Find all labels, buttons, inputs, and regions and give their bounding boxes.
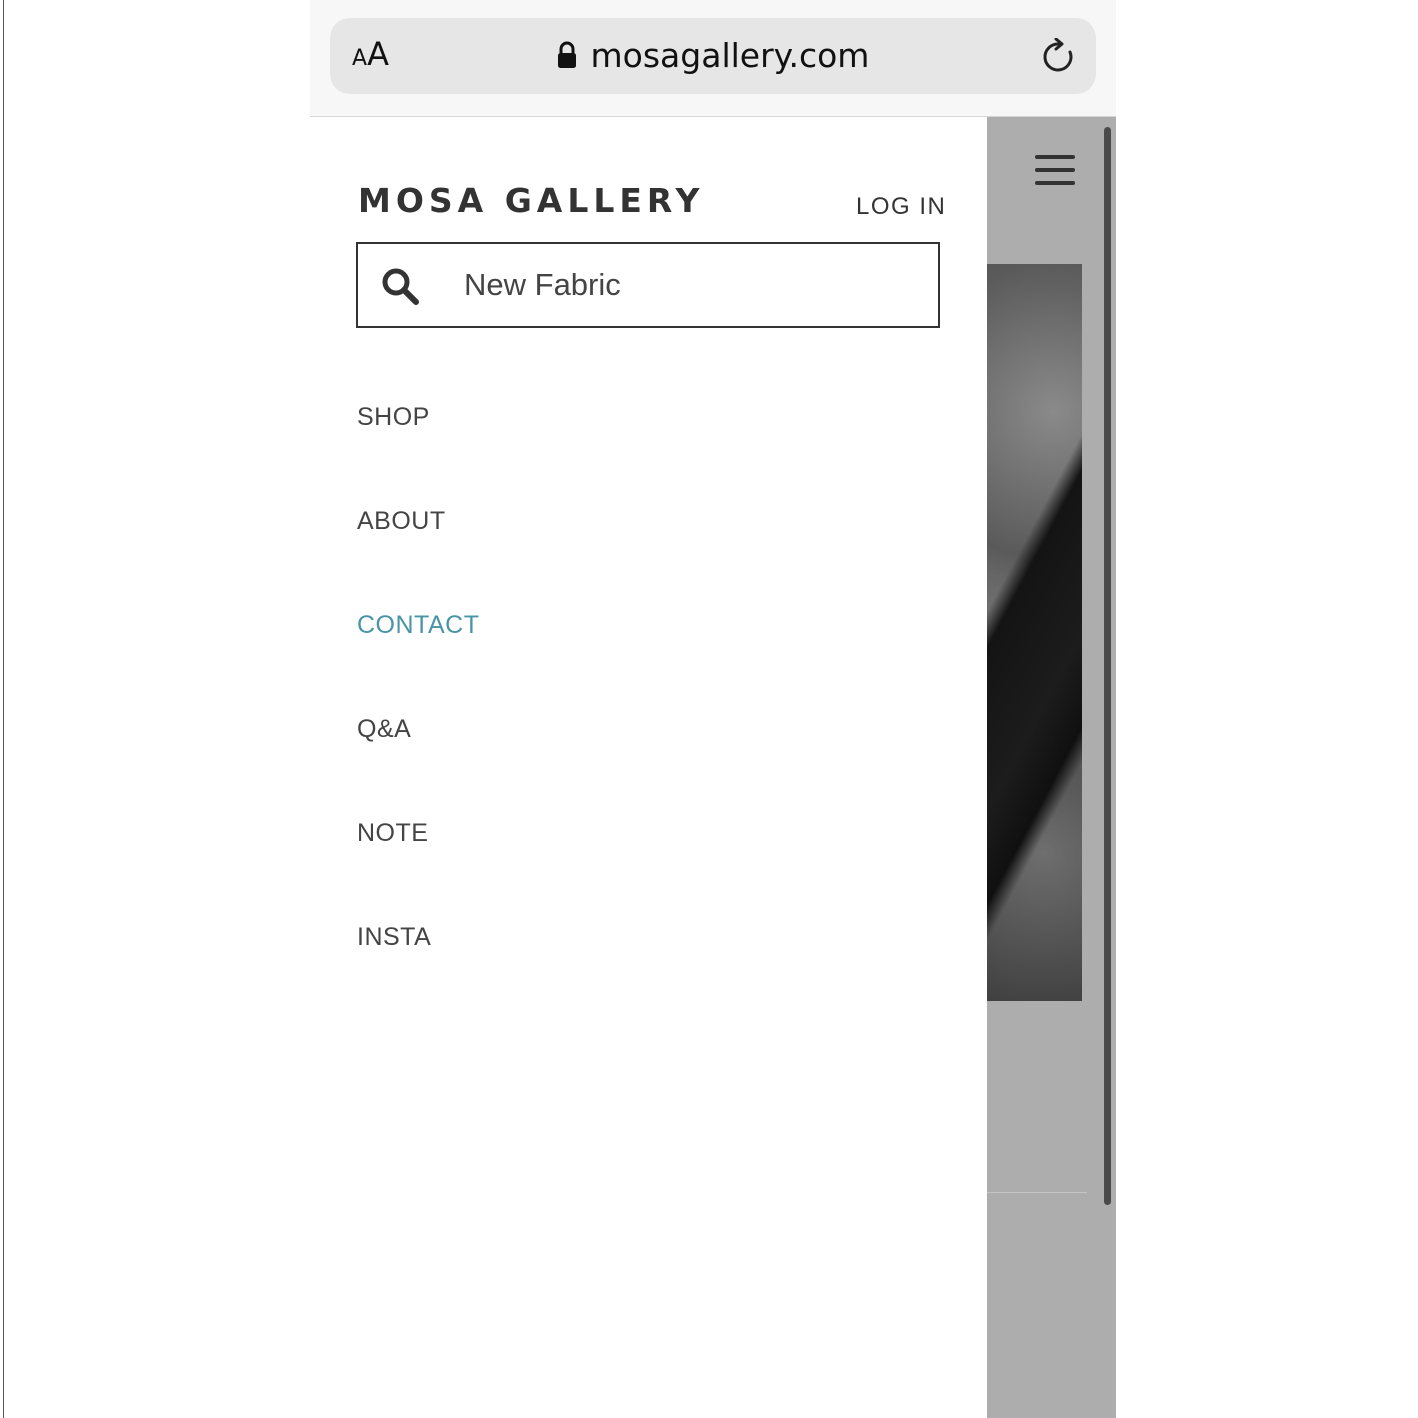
phone-viewport: AA mosagallery.com MOSA GALLERY LOG IN N… <box>310 0 1116 1418</box>
address-text: mosagallery.com <box>590 36 870 75</box>
nav-item-qa[interactable]: Q&A <box>357 715 479 819</box>
nav-item-note[interactable]: NOTE <box>357 819 479 923</box>
brand-logo[interactable]: MOSA GALLERY <box>358 181 704 220</box>
page-content: MOSA GALLERY LOG IN SHOP ABOUT CONTACT Q… <box>310 117 1116 1418</box>
nav-item-insta[interactable]: INSTA <box>357 923 479 1027</box>
hero-image <box>987 264 1082 1001</box>
page-edge-divider <box>3 0 4 1418</box>
search-input[interactable] <box>464 260 914 310</box>
reload-icon[interactable] <box>1040 38 1078 76</box>
address-display[interactable]: mosagallery.com <box>330 36 1096 76</box>
scrollbar[interactable] <box>1104 127 1111 1205</box>
hamburger-icon[interactable] <box>1035 155 1075 189</box>
nav-item-about[interactable]: ABOUT <box>357 507 479 611</box>
address-bar[interactable]: AA mosagallery.com <box>330 18 1096 94</box>
search-icon[interactable] <box>380 266 420 306</box>
search-box[interactable] <box>356 242 940 328</box>
screen: AA mosagallery.com MOSA GALLERY LOG IN N… <box>0 0 1418 1418</box>
login-link[interactable]: LOG IN <box>856 193 946 221</box>
lock-icon <box>557 41 576 68</box>
nav-drawer: MOSA GALLERY LOG IN SHOP ABOUT CONTACT Q… <box>310 117 987 1418</box>
nav-menu: SHOP ABOUT CONTACT Q&A NOTE INSTA <box>357 403 479 1027</box>
content-divider <box>987 1192 1087 1193</box>
browser-toolbar: AA mosagallery.com <box>310 0 1116 117</box>
nav-item-shop[interactable]: SHOP <box>357 403 479 507</box>
nav-item-contact[interactable]: CONTACT <box>357 611 479 715</box>
